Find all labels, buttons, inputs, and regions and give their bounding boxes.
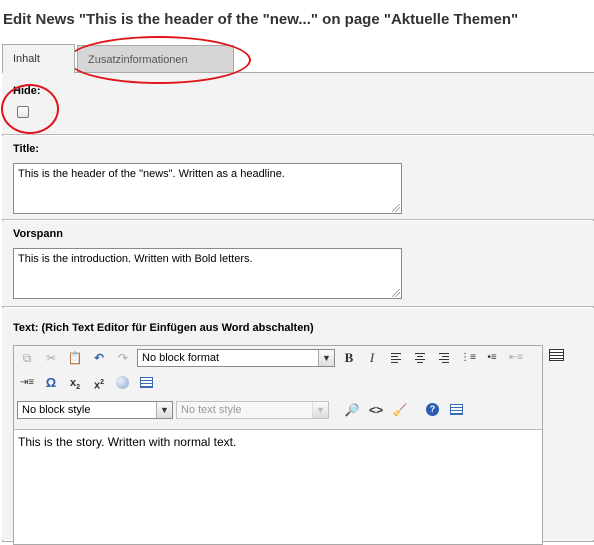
toggle-rte-icon[interactable]	[549, 347, 565, 363]
help-icon[interactable]: ?	[425, 402, 441, 418]
title-textarea[interactable]: This is the header of the "news". Writte…	[13, 163, 402, 214]
tab-inhalt[interactable]: Inhalt	[2, 44, 75, 73]
title-value: This is the header of the "news". Writte…	[18, 168, 285, 180]
align-center-icon[interactable]	[412, 350, 428, 366]
vorspann-section: Vorspann This is the introduction. Writt…	[2, 221, 594, 307]
cut-icon[interactable]: ✂	[43, 350, 59, 366]
chevron-down-icon: ▼	[312, 402, 328, 418]
page-title: Edit News "This is the header of the "ne…	[3, 11, 519, 28]
tab-zusatzinformationen[interactable]: Zusatzinformationen	[77, 45, 234, 73]
resize-grip-icon[interactable]	[392, 289, 400, 297]
title-section: Title: This is the header of the "news".…	[2, 136, 594, 220]
insert-image-icon[interactable]	[115, 375, 131, 391]
find-replace-icon[interactable]: 🔎	[344, 402, 360, 418]
editor-content[interactable]: This is the story. Written with normal t…	[18, 435, 236, 449]
hide-label: Hide:	[13, 85, 41, 97]
bold-icon[interactable]: B	[341, 350, 357, 366]
hide-section: Hide:	[2, 73, 594, 135]
block-format-value: No block format	[142, 352, 220, 364]
undo-icon[interactable]: ↶	[91, 350, 107, 366]
unordered-list-icon[interactable]: •≡	[484, 350, 500, 366]
ordered-list-icon[interactable]: ⋮≡	[460, 350, 476, 366]
vorspann-textarea[interactable]: This is the introduction. Written with B…	[13, 248, 402, 299]
vorspann-value: This is the introduction. Written with B…	[18, 253, 253, 265]
special-char-icon[interactable]: Ω	[43, 375, 59, 391]
block-format-select[interactable]: No block format ▼	[137, 349, 335, 367]
italic-icon[interactable]: I	[364, 350, 380, 366]
chevron-down-icon: ▼	[318, 350, 334, 366]
superscript-icon[interactable]: x2	[91, 375, 107, 392]
text-label: Text: (Rich Text Editor für Einfügen aus…	[13, 322, 314, 334]
block-style-select[interactable]: No block style ▼	[17, 401, 173, 419]
resize-grip-icon[interactable]	[392, 204, 400, 212]
subscript-icon[interactable]: x2	[67, 375, 83, 391]
vorspann-label: Vorspann	[13, 228, 63, 240]
indent-icon[interactable]: ⇥≡	[19, 375, 35, 391]
redo-icon[interactable]: ↷	[115, 350, 131, 366]
table-props-icon[interactable]	[449, 402, 465, 418]
text-style-value: No text style	[181, 404, 242, 416]
title-label: Title:	[13, 143, 40, 155]
text-style-select[interactable]: No text style ▼	[176, 401, 329, 419]
chevron-down-icon: ▼	[156, 402, 172, 418]
rich-text-editor: ⧉ ✂ 📋 ↶ ↷ No block format ▼ B I ⋮≡ •≡ ⇤≡…	[13, 345, 543, 545]
copy-icon[interactable]: ⧉	[19, 350, 35, 366]
html-source-icon[interactable]: <>	[368, 402, 384, 418]
paste-icon[interactable]: 📋	[67, 350, 83, 366]
align-right-icon[interactable]	[436, 350, 452, 366]
clean-word-icon[interactable]: 🧹	[392, 402, 408, 418]
editor-toolbar: ⧉ ✂ 📋 ↶ ↷ No block format ▼ B I ⋮≡ •≡ ⇤≡…	[14, 346, 542, 430]
insert-table-icon[interactable]	[139, 375, 155, 391]
outdent-icon[interactable]: ⇤≡	[508, 350, 524, 366]
hide-checkbox[interactable]	[17, 106, 29, 118]
align-left-icon[interactable]	[388, 350, 404, 366]
block-style-value: No block style	[22, 404, 91, 416]
